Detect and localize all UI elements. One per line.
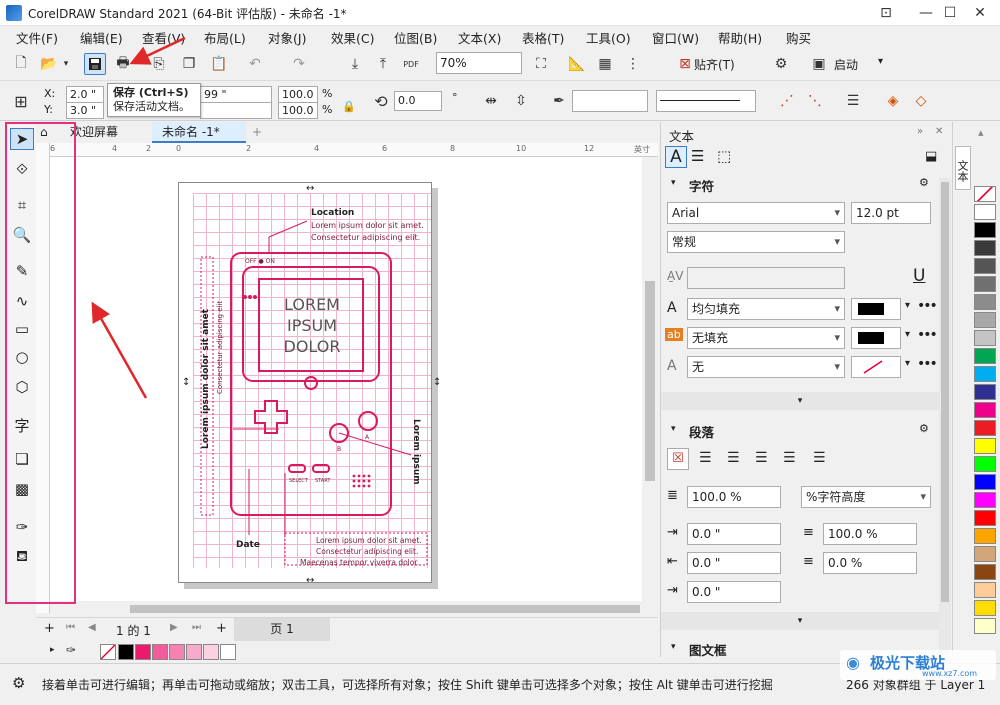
arrow-to-save	[129, 36, 186, 65]
annotation-arrows	[91, 36, 186, 399]
arrow-to-toolbox	[91, 301, 148, 399]
